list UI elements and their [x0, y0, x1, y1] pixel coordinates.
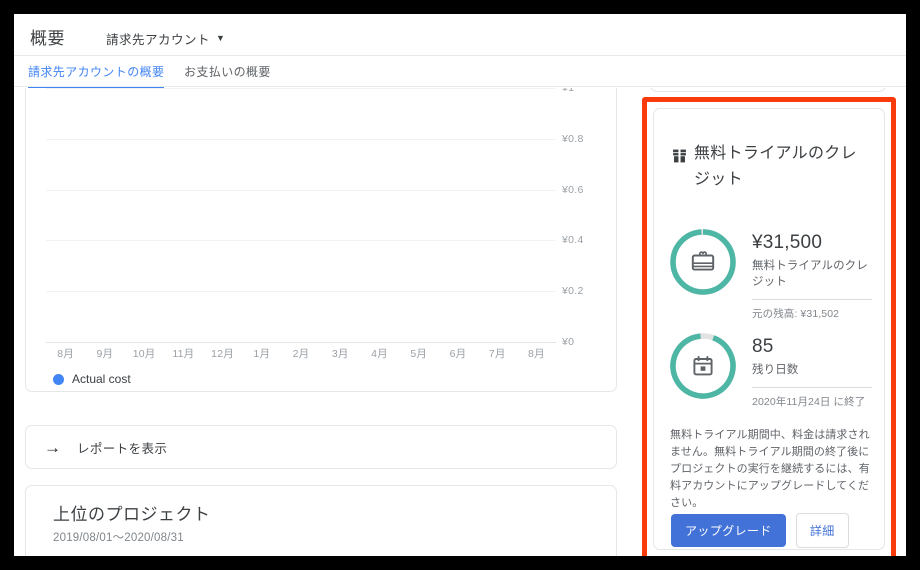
days-metric-row: 85 残り日数 2020年11月24日 に終了 [668, 331, 872, 410]
chart-x-axis-tick: 8月 [528, 348, 545, 360]
right-column: 無料トライアルのクレジット ¥31,500 無料トライアルのクレジット 元の残高… [632, 88, 906, 556]
gift-icon [672, 146, 687, 172]
application-window: 概要 請求先アカウント ▼ 請求先アカウントの概要 お支払いの概要 ¥0 ¥0.2… [14, 14, 906, 556]
free-trial-card-heading-text: 無料トライアルのクレジット [694, 145, 857, 188]
cost-trend-chart-card: ¥0 ¥0.2 ¥0.4 ¥0.6 ¥0.8 ¥1 8月 9月 10月 11月 12月 1月 2月 3月… [25, 88, 617, 392]
days-metric-text: 85 残り日数 2020年11月24日 に終了 [738, 331, 872, 410]
legend-label-actual-cost: Actual cost [72, 372, 131, 386]
calendar-icon [668, 331, 738, 401]
credit-amount-label: 無料トライアルのクレジット [752, 260, 868, 288]
credit-metric-row: ¥31,500 無料トライアルのクレジット 元の残高: ¥31,502 [668, 227, 872, 322]
cost-chart-plot: ¥0 ¥0.2 ¥0.4 ¥0.6 ¥0.8 ¥1 [46, 88, 583, 348]
chart-y-axis-tick: ¥0.8 [562, 132, 584, 145]
previous-card-peek [650, 88, 886, 92]
chart-y-axis-tick: ¥0.2 [562, 285, 584, 298]
tab-strip: 請求先アカウントの概要 お支払いの概要 [14, 56, 906, 89]
free-trial-card-heading: 無料トライアルのクレジット [672, 141, 868, 193]
chart-y-axis-tick: ¥0.6 [562, 183, 584, 196]
upgrade-button[interactable]: アップグレード [671, 514, 786, 547]
days-remaining-label: 残り日数 [752, 364, 799, 376]
chart-x-axis-tick: 6月 [449, 348, 467, 360]
top-projects-title: 上位のプロジェクト [53, 505, 211, 524]
divider [752, 299, 872, 300]
top-projects-card: 上位のプロジェクト 2019/08/01〜2020/08/31 [25, 485, 617, 556]
page-title: 概要 [30, 29, 65, 48]
chart-x-axis-tick: 4月 [371, 348, 388, 360]
chart-x-axis-tick: 1月 [253, 348, 271, 360]
chart-x-axis-tick: 2月 [292, 348, 310, 360]
chart-gridline [46, 291, 556, 293]
view-report-label: レポートを表示 [77, 441, 168, 456]
chart-legend: Actual cost [53, 372, 131, 386]
chart-y-axis-tick: ¥0.4 [562, 234, 584, 247]
chart-gridline [46, 138, 556, 140]
header-bar: 概要 請求先アカウント ▼ [14, 14, 906, 56]
free-trial-actions: アップグレード 詳細 [671, 513, 849, 548]
details-button[interactable]: 詳細 [795, 513, 849, 548]
chart-x-axis-tick: 8月 [57, 348, 74, 360]
days-progress-donut [668, 331, 738, 401]
divider [752, 387, 872, 388]
tab-billing-account-overview[interactable]: 請求先アカウントの概要 [28, 63, 165, 89]
credit-progress-donut [668, 227, 738, 297]
free-trial-description: 無料トライアル期間中、料金は請求されません。無料トライアル期間の終了後にプロジェ… [670, 429, 870, 509]
chart-gridline [46, 88, 556, 89]
chevron-down-icon: ▼ [216, 33, 226, 43]
credit-amount: ¥31,500 [752, 232, 823, 253]
chart-gridline [46, 189, 556, 191]
chart-gridline [46, 342, 556, 343]
gift-card-icon [668, 227, 738, 297]
arrow-right-icon: → [44, 437, 61, 457]
tab-payments-overview[interactable]: お支払いの概要 [184, 63, 271, 87]
chart-x-axis-tick: 10月 [132, 348, 156, 360]
chart-x-axis-tick: 7月 [488, 348, 506, 360]
chart-x-axis-tick: 11月 [172, 348, 195, 360]
top-projects-date-range: 2019/08/01〜2020/08/31 [53, 532, 184, 544]
billing-account-selector[interactable]: 請求先アカウント ▼ [106, 29, 225, 48]
view-report-card[interactable]: → レポートを表示 [25, 425, 617, 469]
chart-x-axis-labels: 8月 9月 10月 11月 12月 1月 2月 3月 4月 5月 6月 7月 8月 [46, 346, 556, 362]
credit-original-balance: 元の残高: ¥31,502 [752, 308, 840, 320]
chart-y-axis-tick: ¥1 [562, 88, 575, 94]
chart-x-axis-tick: 3月 [331, 348, 349, 360]
chart-x-axis-tick: 12月 [211, 348, 234, 360]
free-trial-credits-card: 無料トライアルのクレジット ¥31,500 無料トライアルのクレジット 元の残高… [653, 108, 885, 550]
chart-gridline [46, 240, 556, 242]
trial-end-date: 2020年11月24日 に終了 [752, 396, 866, 408]
billing-account-selector-label: 請求先アカウント [106, 33, 211, 47]
chart-y-axis-tick: ¥0 [562, 336, 575, 348]
chart-x-axis-tick: 9月 [96, 348, 114, 360]
days-remaining-value: 85 [752, 336, 774, 357]
credit-metric-text: ¥31,500 無料トライアルのクレジット 元の残高: ¥31,502 [738, 227, 872, 322]
content-scroll-area[interactable]: ¥0 ¥0.2 ¥0.4 ¥0.6 ¥0.8 ¥1 8月 9月 10月 11月 12月 1月 2月 3月… [14, 88, 906, 556]
chart-x-axis-tick: 5月 [410, 348, 428, 360]
legend-color-swatch-actual-cost [53, 373, 64, 385]
